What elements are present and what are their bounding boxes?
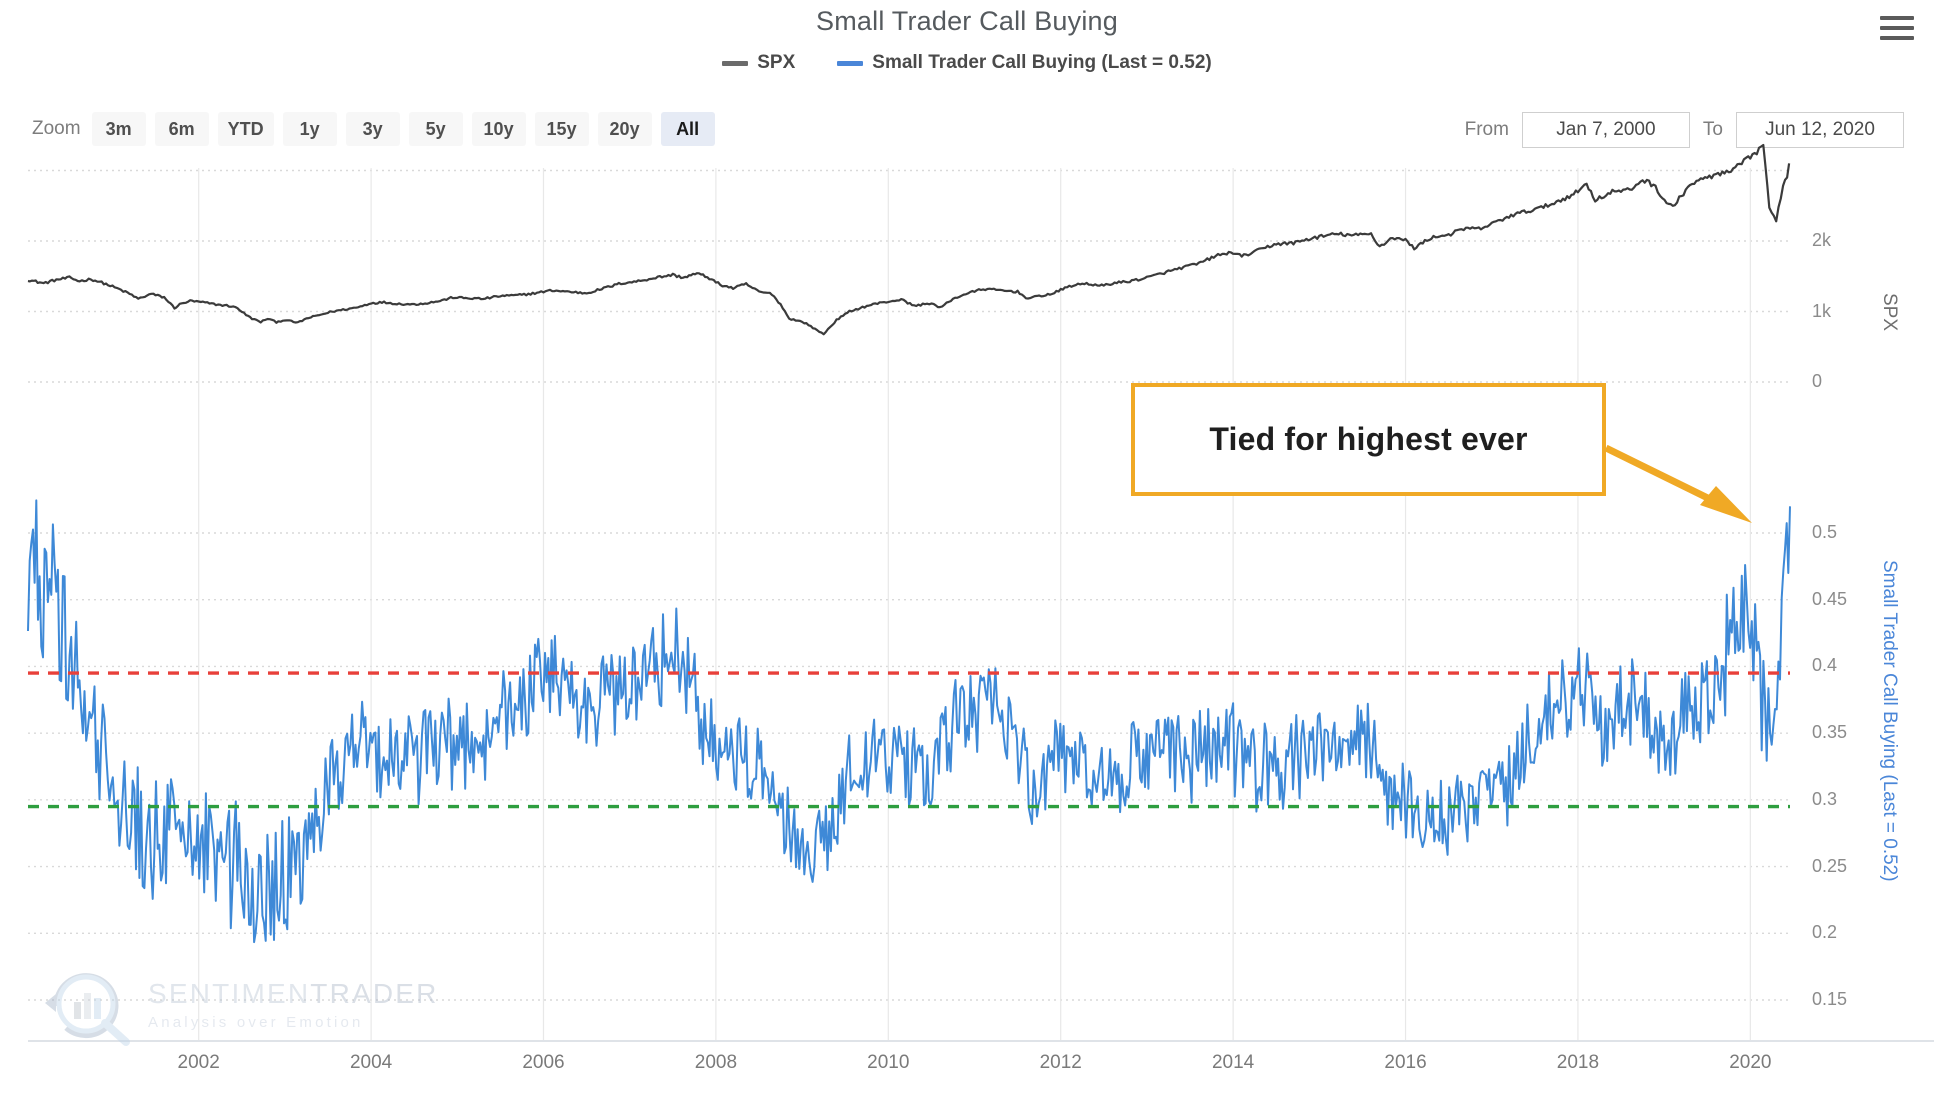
watermark-brand-first: SENTIMEN — [148, 978, 311, 1009]
x-axis-tick-label: 2012 — [1039, 1052, 1082, 1073]
zoom-button-3m[interactable]: 3m — [91, 112, 146, 146]
zoom-button-10y[interactable]: 10y — [471, 112, 526, 146]
spx-axis-title: SPX — [1879, 292, 1900, 332]
x-axis-tick-label: 2006 — [522, 1052, 565, 1073]
spx-ytick-label: 2k — [1812, 230, 1832, 250]
menu-bar-3 — [1880, 36, 1914, 40]
x-axis-tick-label: 2004 — [349, 1052, 393, 1073]
watermark-logo: SENTIMENTRADER Analysis over Emotion — [42, 962, 439, 1048]
x-axis-tick-label: 2020 — [1729, 1052, 1772, 1073]
small-trader-call-buying-ytick-label: 0.15 — [1812, 989, 1848, 1009]
to-label: To — [1702, 119, 1723, 140]
zoom-button-1y[interactable]: 1y — [282, 112, 337, 146]
zoom-button-all[interactable]: All — [660, 112, 715, 146]
annotation-arrow — [1604, 444, 1752, 523]
menu-bar-1 — [1880, 16, 1914, 20]
range-toolbar: Zoom 3m 6m YTD 1y 3y 5y 10y 15y 20y All … — [0, 112, 1934, 156]
annotation-text: Tied for highest ever — [1209, 421, 1528, 457]
x-axis-tick-label: 2018 — [1556, 1052, 1600, 1073]
zoom-button-5y[interactable]: 5y — [408, 112, 463, 146]
legend-swatch-spx — [722, 60, 749, 66]
legend-item-spx[interactable]: SPX — [722, 52, 795, 74]
from-date-input[interactable]: Jan 7, 2000 — [1521, 112, 1690, 148]
watermark-brand-second: TRADER — [310, 978, 439, 1009]
legend-item-small-trader-call-buying[interactable]: Small Trader Call Buying (Last = 0.52) — [837, 52, 1212, 74]
x-axis-tick-label: 2010 — [867, 1052, 910, 1073]
small-trader-call-buying-axis-title: Small Trader Call Buying (Last = 0.52) — [1879, 560, 1900, 882]
legend-swatch-small-trader-call-buying — [837, 60, 864, 66]
zoom-label: Zoom — [32, 118, 81, 139]
small-trader-call-buying-ytick-label: 0.4 — [1812, 655, 1838, 676]
date-range-group: From Jan 7, 2000 To Jun 12, 2020 — [1465, 112, 1904, 148]
zoom-button-6m[interactable]: 6m — [154, 112, 209, 146]
from-label: From — [1464, 119, 1509, 140]
menu-bar-2 — [1880, 26, 1914, 30]
zoom-button-15y[interactable]: 15y — [534, 112, 589, 146]
page-title: Small Trader Call Buying — [816, 6, 1118, 36]
zoom-button-ytd[interactable]: YTD — [217, 112, 274, 146]
small-trader-call-buying-ytick-label: 0.3 — [1812, 788, 1838, 809]
annotation-callout: Tied for highest ever — [1131, 383, 1606, 496]
small-trader-call-buying-ytick-label: 0.5 — [1812, 522, 1838, 542]
x-axis-tick-label: 2002 — [177, 1052, 220, 1073]
small-trader-call-buying-ytick-label: 0.35 — [1812, 722, 1848, 743]
zoom-button-3y[interactable]: 3y — [345, 112, 400, 146]
small-trader-call-buying-ytick-label: 0.25 — [1812, 855, 1848, 876]
chart-root: Small Trader Call Buying SPX Small Trade… — [0, 0, 1934, 1096]
legend-label-spx: SPX — [757, 52, 796, 73]
watermark-tagline: Analysis over Emotion — [148, 1014, 364, 1031]
small-trader-call-buying-ytick-label: 0.2 — [1812, 922, 1838, 943]
plot-canvas — [27, 143, 1934, 1042]
to-date-input[interactable]: Jun 12, 2020 — [1736, 112, 1904, 148]
x-axis-tick-label: 2014 — [1211, 1052, 1255, 1073]
zoom-button-20y[interactable]: 20y — [597, 112, 652, 146]
spx-ytick-label: 0 — [1812, 371, 1823, 391]
spx-ytick-label: 1k — [1812, 300, 1832, 321]
hamburger-menu-icon[interactable] — [1874, 8, 1920, 48]
legend-label-small-trader-call-buying: Small Trader Call Buying (Last = 0.52) — [872, 52, 1212, 73]
sentimentrader-logo-icon — [45, 973, 130, 1046]
x-axis-tick-label: 2016 — [1384, 1052, 1427, 1073]
chart-legend: SPX Small Trader Call Buying (Last = 0.5… — [0, 52, 1934, 74]
x-axis-tick-label: 2008 — [694, 1052, 738, 1073]
small-trader-call-buying-ytick-label: 0.45 — [1812, 588, 1848, 609]
zoom-button-group: Zoom 3m 6m YTD 1y 3y 5y 10y 15y 20y All — [32, 112, 715, 146]
